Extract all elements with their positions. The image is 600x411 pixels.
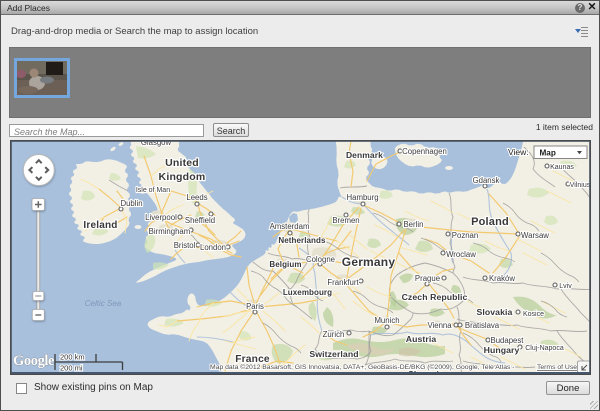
svg-text:Luxembourg: Luxembourg	[283, 288, 332, 297]
svg-text:Leeds: Leeds	[186, 193, 207, 202]
svg-text:Kraków: Kraków	[489, 274, 515, 283]
svg-text:Glasgow: Glasgow	[141, 141, 172, 147]
svg-text:Switzerland: Switzerland	[309, 349, 358, 359]
svg-text:Bremen: Bremen	[332, 216, 359, 225]
svg-text:Budapest: Budapest	[491, 336, 525, 345]
svg-text:Poznan: Poznan	[452, 231, 478, 240]
svg-text:Celtic Sea: Celtic Sea	[85, 299, 122, 308]
svg-text:Netherlands: Netherlands	[278, 236, 326, 245]
svg-text:Kosice: Kosice	[523, 311, 544, 318]
svg-text:London: London	[200, 243, 226, 252]
svg-text:Czech Republic: Czech Republic	[402, 292, 468, 302]
svg-text:Poland: Poland	[471, 216, 509, 228]
svg-text:Prague: Prague	[415, 274, 440, 283]
svg-text:Belgium: Belgium	[269, 260, 301, 269]
svg-text:Berlin: Berlin	[403, 220, 423, 229]
svg-text:Kingdom: Kingdom	[159, 171, 206, 183]
svg-text:Sheffield: Sheffield	[185, 216, 215, 225]
svg-text:Denmark: Denmark	[346, 150, 383, 160]
svg-text:Isle of Man: Isle of Man	[136, 187, 170, 194]
svg-text:Google: Google	[13, 353, 55, 369]
svg-text:Wroclaw: Wroclaw	[446, 250, 476, 259]
svg-text:United: United	[165, 157, 199, 169]
svg-text:Munich: Munich	[374, 316, 399, 325]
svg-text:Hungary: Hungary	[484, 345, 520, 355]
svg-text:Lviv: Lviv	[559, 283, 572, 290]
svg-text:Map data ©2012 Basarsoft, GIS: Map data ©2012 Basarsoft, GIS Innovatsia…	[210, 363, 516, 371]
svg-text:Austria: Austria	[406, 334, 437, 344]
svg-text:Cologne: Cologne	[306, 255, 335, 264]
svg-text:Warsaw: Warsaw	[521, 231, 549, 240]
svg-text:Germany: Germany	[342, 255, 396, 269]
svg-text:Terms of Use: Terms of Use	[537, 364, 577, 371]
svg-text:Copenhagen: Copenhagen	[402, 147, 447, 156]
svg-text:Amsterdam: Amsterdam	[270, 222, 310, 231]
svg-text:Kaunas: Kaunas	[550, 164, 574, 171]
svg-text:Frankfurt: Frankfurt	[327, 278, 359, 287]
svg-text:Cluj-Napoca: Cluj-Napoca	[525, 345, 564, 352]
svg-text:Gdansk: Gdansk	[473, 176, 500, 185]
svg-text:Zurich: Zurich	[323, 330, 345, 339]
svg-text:200 km: 200 km	[60, 353, 85, 362]
svg-text:Bratislava: Bratislava	[465, 321, 500, 330]
svg-text:Slovakia: Slovakia	[476, 307, 512, 317]
svg-text:Hamburg: Hamburg	[346, 193, 378, 202]
svg-text:Dublin: Dublin	[120, 199, 142, 208]
svg-text:Birmingham: Birmingham	[149, 227, 191, 236]
svg-text:Bristol: Bristol	[174, 241, 196, 250]
svg-text:Ireland: Ireland	[83, 220, 117, 231]
svg-text:Paris: Paris	[246, 302, 264, 311]
svg-text:Vienna: Vienna	[427, 321, 452, 330]
svg-text:View:: View:	[508, 147, 529, 157]
svg-text:200 mi: 200 mi	[60, 364, 83, 373]
svg-text:Liverpool: Liverpool	[145, 213, 177, 222]
svg-text:Map: Map	[539, 148, 555, 157]
svg-text:Vilnius: Vilnius	[570, 182, 590, 189]
